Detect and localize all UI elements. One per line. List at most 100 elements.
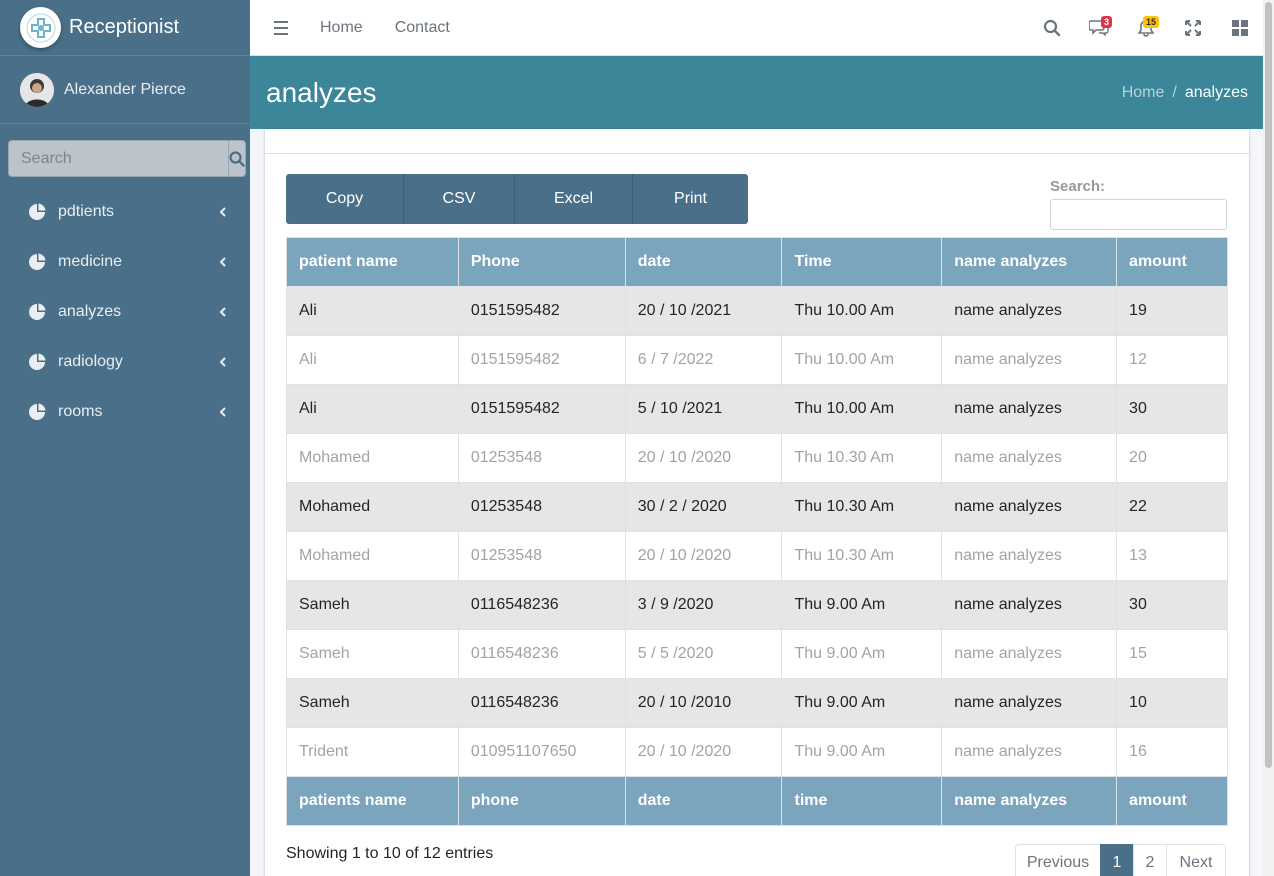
- table-row[interactable]: Ali 0151595482 20 / 10 /2021 Thu 10.00 A…: [286, 286, 1228, 336]
- control-sidebar-button[interactable]: [1216, 0, 1263, 56]
- sidebar-search-button[interactable]: [228, 140, 246, 177]
- nav-home-link[interactable]: Home: [320, 19, 363, 37]
- copy-button[interactable]: Copy: [286, 174, 404, 224]
- table-cell: Mohamed: [286, 482, 459, 532]
- csv-button[interactable]: CSV: [404, 174, 515, 224]
- page-title: analyzes: [266, 76, 377, 108]
- analyzes-table-wrap: patient name Phone date Time name analyz…: [286, 237, 1228, 826]
- table-info: Showing 1 to 10 of 12 entries: [286, 845, 494, 862]
- table-cell: Ali: [286, 286, 459, 336]
- table-cell: name analyzes: [941, 482, 1118, 532]
- table-cell: 0151595482: [457, 335, 626, 385]
- table-cell: Mohamed: [286, 531, 459, 581]
- sidebar-item-label: medicine: [58, 253, 123, 270]
- table-row[interactable]: Ali 0151595482 5 / 10 /2021 Thu 10.00 Am…: [286, 384, 1228, 434]
- table-cell: name analyzes: [941, 727, 1118, 777]
- print-button[interactable]: Print: [633, 174, 748, 224]
- sidebar-item-pdtients[interactable]: pdtients: [0, 187, 250, 237]
- table-row[interactable]: Mohamed 01253548 30 / 2 / 2020 Thu 10.30…: [286, 482, 1228, 532]
- messages-button[interactable]: 3: [1075, 0, 1122, 56]
- table-search: Search:: [1050, 178, 1228, 230]
- table-cell: Sameh: [286, 629, 459, 679]
- table-cell: 12: [1116, 335, 1228, 385]
- column-header[interactable]: date: [624, 237, 783, 287]
- table-cell: Sameh: [286, 678, 459, 728]
- messages-badge: 3: [1100, 15, 1112, 28]
- table-row[interactable]: Mohamed 01253548 20 / 10 /2020 Thu 10.30…: [286, 531, 1228, 581]
- table-row[interactable]: Trident 010951107650 20 / 10 /2020 Thu 9…: [286, 727, 1228, 777]
- sidebar-search: [8, 140, 246, 177]
- table-cell: 30: [1116, 384, 1228, 434]
- table-cell: 15: [1116, 629, 1228, 679]
- table-cell: 20 / 10 /2020: [624, 433, 783, 483]
- table-cell: Thu 9.00 Am: [781, 629, 943, 679]
- navbar-right: 3 15: [1028, 0, 1263, 56]
- page-2-button[interactable]: 2: [1133, 844, 1167, 876]
- scrollbar-thumb[interactable]: [1265, 2, 1272, 768]
- excel-button[interactable]: Excel: [515, 174, 633, 224]
- sidebar-item-medicine[interactable]: medicine: [0, 237, 250, 287]
- column-footer: time: [781, 776, 943, 826]
- table-cell: Thu 10.30 Am: [781, 531, 943, 581]
- sidebar-item-analyzes[interactable]: analyzes: [0, 287, 250, 337]
- table-search-label: Search:: [1050, 178, 1106, 195]
- brand-name: Receptionist: [69, 16, 180, 38]
- content-header: analyzes Home / analyzes: [250, 56, 1263, 129]
- sidebar: Receptionist Alexander Pierce pdtients: [0, 0, 250, 876]
- nav-contact-link[interactable]: Contact: [395, 19, 450, 37]
- fullscreen-button[interactable]: [1169, 0, 1216, 56]
- table-row[interactable]: Mohamed 01253548 20 / 10 /2020 Thu 10.30…: [286, 433, 1228, 483]
- export-buttons: Copy CSV Excel Print: [286, 174, 748, 224]
- table-cell: name analyzes: [941, 433, 1118, 483]
- table-cell: 010951107650: [457, 727, 626, 777]
- expand-arrows-icon: [1184, 19, 1201, 36]
- table-cell: Thu 10.30 Am: [781, 433, 943, 483]
- chart-pie-icon: [29, 403, 46, 420]
- column-footer: amount: [1116, 776, 1228, 826]
- navbar-search-button[interactable]: [1028, 0, 1075, 56]
- brand[interactable]: Receptionist: [0, 0, 250, 56]
- table-cell: name analyzes: [941, 384, 1118, 434]
- table-row[interactable]: Ali 0151595482 6 / 7 /2022 Thu 10.00 Am …: [286, 335, 1228, 385]
- previous-page-button[interactable]: Previous: [1015, 844, 1101, 876]
- analyzes-card: Copy CSV Excel Print Search: patient nam…: [265, 129, 1249, 876]
- table-row[interactable]: Sameh 0116548236 20 / 10 /2010 Thu 9.00 …: [286, 678, 1228, 728]
- search-icon: [1043, 19, 1060, 36]
- column-header[interactable]: Phone: [457, 237, 626, 287]
- table-cell: Thu 10.00 Am: [781, 384, 943, 434]
- column-footer: name analyzes: [941, 776, 1118, 826]
- column-header[interactable]: Time: [781, 237, 943, 287]
- table-cell: Thu 9.00 Am: [781, 580, 943, 630]
- breadcrumb-home-link[interactable]: Home: [1122, 84, 1165, 102]
- table-cell: 01253548: [457, 531, 626, 581]
- table-cell: name analyzes: [941, 335, 1118, 385]
- table-row[interactable]: Sameh 0116548236 3 / 9 /2020 Thu 9.00 Am…: [286, 580, 1228, 630]
- sidebar-item-radiology[interactable]: radiology: [0, 337, 250, 387]
- breadcrumb-current: analyzes: [1184, 83, 1248, 101]
- page-1-button[interactable]: 1: [1100, 844, 1134, 876]
- table-cell: 3 / 9 /2020: [624, 580, 783, 630]
- next-page-button[interactable]: Next: [1166, 844, 1226, 876]
- column-header[interactable]: amount: [1116, 237, 1228, 287]
- notifications-button[interactable]: 15: [1122, 0, 1169, 56]
- table-cell: name analyzes: [941, 678, 1118, 728]
- analyzes-table: patient name Phone date Time name analyz…: [286, 237, 1228, 826]
- column-header[interactable]: patient name: [286, 237, 459, 287]
- page-scrollbar[interactable]: [1263, 0, 1274, 876]
- table-cell: 0151595482: [457, 384, 626, 434]
- user-panel[interactable]: Alexander Pierce: [0, 56, 250, 124]
- menu-toggle-icon[interactable]: [274, 20, 288, 35]
- table-cell: 20 / 10 /2020: [624, 727, 783, 777]
- table-row[interactable]: Sameh 0116548236 5 / 5 /2020 Thu 9.00 Am…: [286, 629, 1228, 679]
- breadcrumb: Home / analyzes: [1122, 84, 1248, 102]
- sidebar-search-input[interactable]: [8, 140, 228, 177]
- column-header[interactable]: name analyzes: [941, 237, 1118, 287]
- table-search-input[interactable]: [1050, 199, 1227, 230]
- table-cell: 6 / 7 /2022: [624, 335, 783, 385]
- table-cell: 30 / 2 / 2020: [624, 482, 783, 532]
- table-cell: 0116548236: [457, 629, 626, 679]
- sidebar-item-rooms[interactable]: rooms: [0, 387, 250, 437]
- table-cell: 13: [1116, 531, 1228, 581]
- column-footer: patients name: [286, 776, 459, 826]
- table-cell: Trident: [286, 727, 459, 777]
